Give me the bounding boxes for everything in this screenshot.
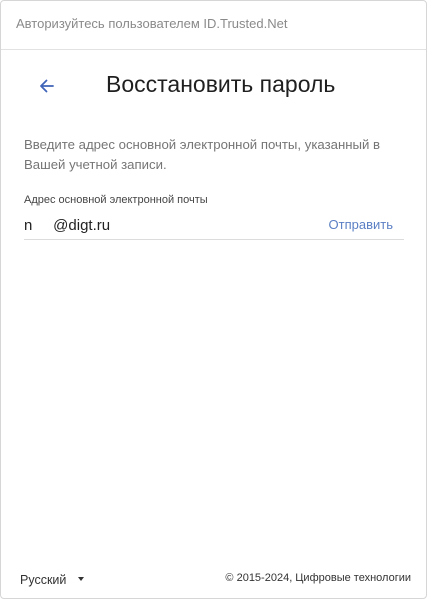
recovery-card: Авторизуйтесь пользователем ID.Trusted.N… (0, 0, 427, 599)
send-button[interactable]: Отправить (329, 217, 393, 232)
language-select[interactable]: Русский (20, 571, 85, 589)
caret-down-icon (78, 576, 85, 581)
arrow-left-icon (40, 79, 54, 93)
language-label: Русский (20, 573, 67, 587)
email-field-row: Отправить (24, 213, 404, 240)
copyright-text: © 2015-2024, Цифровые технологии (225, 572, 411, 584)
header-title: Авторизуйтесь пользователем ID.Trusted.N… (16, 16, 288, 31)
page-title: Восстановить пароль (106, 71, 336, 97)
back-button[interactable] (34, 73, 60, 99)
email-field-label: Адрес основной электронной почты (24, 194, 208, 206)
instruction-text: Введите адрес основной электронной почты… (24, 137, 381, 172)
email-field[interactable] (24, 213, 314, 237)
header-bar: Авторизуйтесь пользователем ID.Trusted.N… (1, 1, 426, 50)
